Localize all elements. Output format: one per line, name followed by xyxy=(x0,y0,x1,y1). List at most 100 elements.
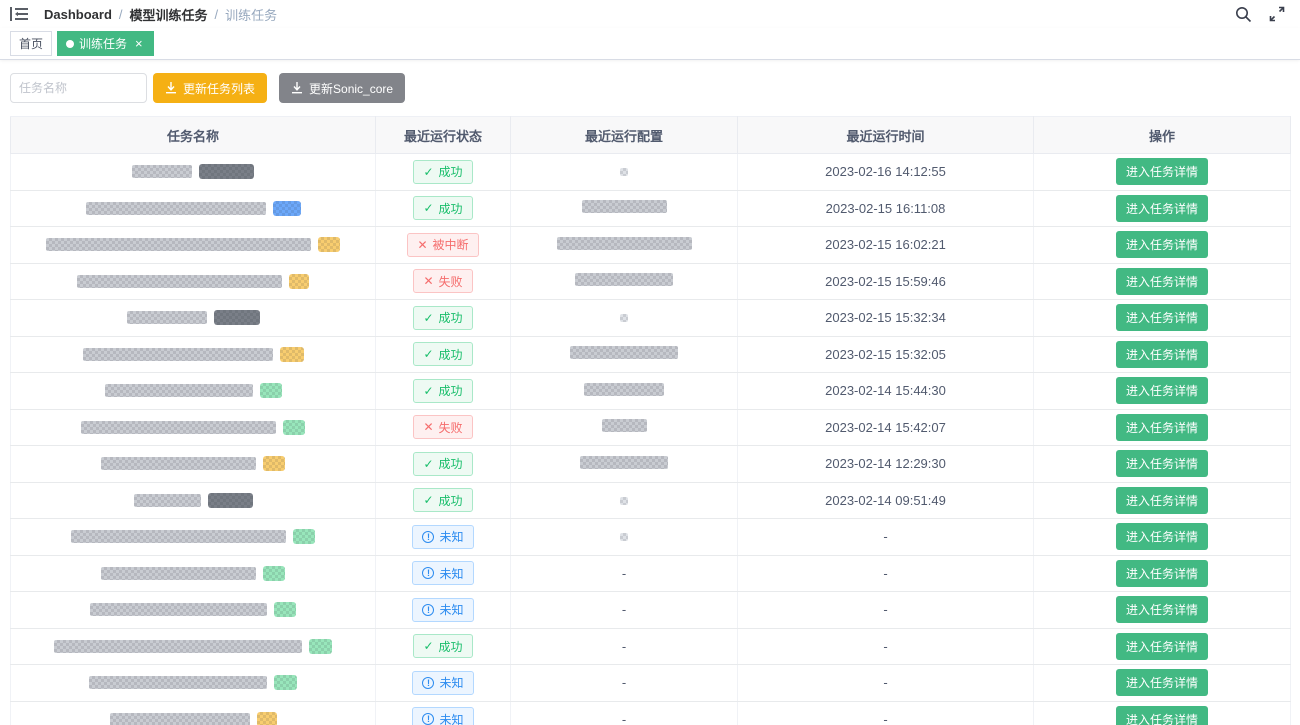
table-row: !未知--进入任务详情 xyxy=(11,555,1291,592)
update-task-list-label: 更新任务列表 xyxy=(183,80,255,97)
action-cell: 进入任务详情 xyxy=(1034,227,1291,264)
table-row: ✓成功 2023-02-14 12:29:30 进入任务详情 xyxy=(11,446,1291,483)
run-time-cell: - xyxy=(738,519,1034,556)
task-name-cell xyxy=(11,628,376,665)
redacted-task-name xyxy=(283,420,305,435)
enter-task-detail-button[interactable]: 进入任务详情 xyxy=(1116,596,1208,623)
column-header: 最近运行配置 xyxy=(511,117,738,154)
cross-icon: ✕ xyxy=(423,275,433,287)
task-name-cell xyxy=(11,300,376,337)
sidebar-toggle-icon[interactable] xyxy=(8,3,30,25)
task-name-cell xyxy=(11,263,376,300)
tab-训练任务[interactable]: 训练任务× xyxy=(57,31,154,56)
enter-task-detail-button[interactable]: 进入任务详情 xyxy=(1116,158,1208,185)
run-time-cell: 2023-02-14 12:29:30 xyxy=(738,446,1034,483)
enter-task-detail-button[interactable]: 进入任务详情 xyxy=(1116,450,1208,477)
redacted-task-name xyxy=(101,567,256,580)
status-label: 成功 xyxy=(439,200,463,217)
redacted-task-name xyxy=(273,201,301,216)
enter-task-detail-button[interactable]: 进入任务详情 xyxy=(1116,633,1208,660)
status-cell: ✓成功 xyxy=(376,154,511,191)
tab-close-icon[interactable]: × xyxy=(133,37,145,50)
status-cell: ✓成功 xyxy=(376,336,511,373)
status-cell: ✕失败 xyxy=(376,263,511,300)
enter-task-detail-button[interactable]: 进入任务详情 xyxy=(1116,560,1208,587)
run-time: - xyxy=(883,675,887,690)
check-icon: ✓ xyxy=(423,458,433,470)
table-row: ✓成功--进入任务详情 xyxy=(11,628,1291,665)
task-name-cell xyxy=(11,336,376,373)
status-label: 成功 xyxy=(439,346,463,363)
breadcrumb-item[interactable]: 模型训练任务 xyxy=(130,5,208,24)
table-row: ✓成功2023-02-14 09:51:49进入任务详情 xyxy=(11,482,1291,519)
redacted-config xyxy=(584,383,664,396)
top-navbar: Dashboard/模型训练任务/训练任务 xyxy=(0,0,1300,28)
status-cell: ✓成功 xyxy=(376,446,511,483)
redacted-task-name xyxy=(274,675,297,690)
task-name-cell xyxy=(11,665,376,702)
breadcrumb-item[interactable]: Dashboard xyxy=(44,7,112,22)
redacted-task-name xyxy=(318,237,340,252)
breadcrumb: Dashboard/模型训练任务/训练任务 xyxy=(44,5,277,24)
enter-task-detail-button[interactable]: 进入任务详情 xyxy=(1116,195,1208,222)
action-cell: 进入任务详情 xyxy=(1034,373,1291,410)
action-cell: 进入任务详情 xyxy=(1034,519,1291,556)
redacted-task-name xyxy=(77,275,282,288)
enter-task-detail-button[interactable]: 进入任务详情 xyxy=(1116,414,1208,441)
enter-task-detail-button[interactable]: 进入任务详情 xyxy=(1116,377,1208,404)
update-sonic-core-button[interactable]: 更新Sonic_core xyxy=(279,73,405,103)
enter-task-detail-button[interactable]: 进入任务详情 xyxy=(1116,341,1208,368)
search-icon[interactable] xyxy=(1232,3,1254,25)
redacted-config-dot xyxy=(620,168,628,176)
tab-首页[interactable]: 首页 xyxy=(10,31,52,56)
update-task-list-button[interactable]: 更新任务列表 xyxy=(153,73,267,103)
status-badge-interrupted: ✕被中断 xyxy=(407,233,478,257)
status-cell: ✕失败 xyxy=(376,409,511,446)
run-time: - xyxy=(883,566,887,581)
enter-task-detail-button[interactable]: 进入任务详情 xyxy=(1116,669,1208,696)
enter-task-detail-button[interactable]: 进入任务详情 xyxy=(1116,231,1208,258)
config-cell xyxy=(511,227,738,264)
fullscreen-icon[interactable] xyxy=(1266,3,1288,25)
enter-task-detail-button[interactable]: 进入任务详情 xyxy=(1116,706,1208,725)
status-cell: ✕被中断 xyxy=(376,227,511,264)
check-icon: ✓ xyxy=(423,166,433,178)
empty-config: - xyxy=(622,712,626,725)
column-header: 任务名称 xyxy=(11,117,376,154)
status-badge-success: ✓ 成功 xyxy=(413,379,472,403)
run-time-cell: - xyxy=(738,592,1034,629)
enter-task-detail-button[interactable]: 进入任务详情 xyxy=(1116,304,1208,331)
config-cell xyxy=(511,154,738,191)
config-cell: - xyxy=(511,592,738,629)
action-cell: 进入任务详情 xyxy=(1034,555,1291,592)
config-cell xyxy=(511,409,738,446)
task-name-cell xyxy=(11,409,376,446)
redacted-config xyxy=(582,200,667,213)
config-cell: - xyxy=(511,628,738,665)
table-row: ✓成功2023-02-14 15:44:30进入任务详情 xyxy=(11,373,1291,410)
redacted-task-name xyxy=(263,456,285,471)
status-label: 成功 xyxy=(439,638,463,655)
status-badge-success: ✓成功 xyxy=(413,196,472,220)
config-cell xyxy=(511,263,738,300)
redacted-task-name xyxy=(274,602,296,617)
run-time-cell: - xyxy=(738,665,1034,702)
enter-task-detail-button[interactable]: 进入任务详情 xyxy=(1116,268,1208,295)
redacted-task-name xyxy=(89,676,267,689)
redacted-task-name xyxy=(263,566,285,581)
redacted-task-name xyxy=(293,529,315,544)
task-name-input[interactable] xyxy=(10,73,147,103)
task-table-wrap: 任务名称最近运行状态最近运行配置最近运行时间操作 ✓成功2023-02-16 1… xyxy=(10,116,1290,725)
table-row: !未知-进入任务详情 xyxy=(11,519,1291,556)
redacted-task-name xyxy=(81,421,276,434)
status-label: 成功 xyxy=(439,382,463,399)
redacted-task-name xyxy=(132,165,192,178)
enter-task-detail-button[interactable]: 进入任务详情 xyxy=(1116,523,1208,550)
table-row: !未知--进入任务详情 xyxy=(11,592,1291,629)
enter-task-detail-button[interactable]: 进入任务详情 xyxy=(1116,487,1208,514)
status-badge-success: ✓成功 xyxy=(413,160,472,184)
status-label: 未知 xyxy=(439,674,463,691)
run-time-cell: - xyxy=(738,628,1034,665)
status-label: 未知 xyxy=(439,711,463,725)
check-icon: ✓ xyxy=(423,385,433,397)
